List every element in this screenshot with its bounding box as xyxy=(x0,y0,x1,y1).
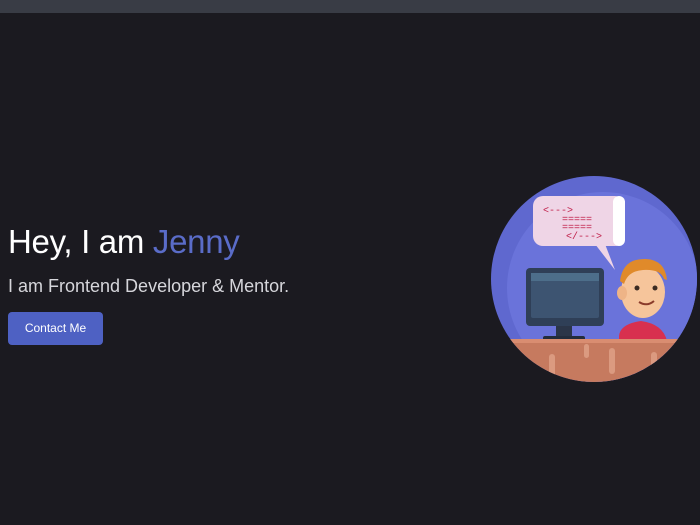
hero-name: Jenny xyxy=(152,223,240,260)
hero-section: Hey, I am Jenny I am Frontend Developer … xyxy=(8,222,289,345)
code-line-4: </---> xyxy=(566,231,602,243)
desk xyxy=(491,339,697,382)
hero-subtitle: I am Frontend Developer & Mentor. xyxy=(8,276,290,296)
hero-title: Hey, I am Jenny xyxy=(8,222,289,262)
developer-illustration-svg: <---> ===== ===== </---> xyxy=(491,176,697,382)
contact-me-button[interactable]: Contact Me xyxy=(8,312,103,345)
hero-title-prefix: Hey, I am xyxy=(8,223,153,260)
browser-top-bar xyxy=(0,0,700,13)
developer-illustration: <---> ===== ===== </---> xyxy=(491,176,697,382)
